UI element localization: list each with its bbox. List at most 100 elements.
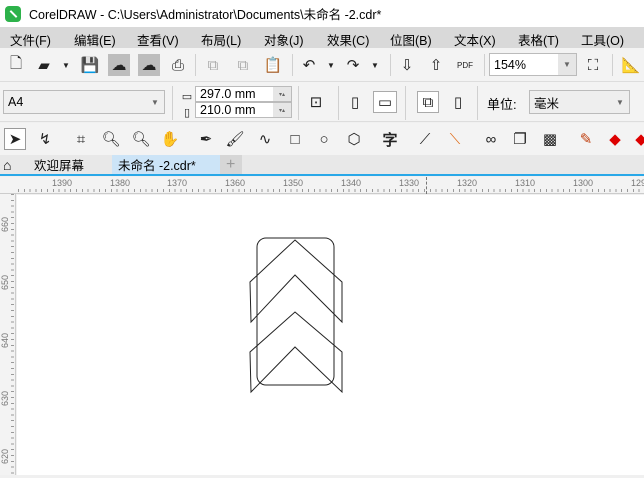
chevron-shape-bottom[interactable]	[249, 311, 343, 394]
ruler-label: 630	[0, 390, 10, 406]
add-tab-icon[interactable]: +	[220, 155, 242, 174]
menu-effects[interactable]: 效果(C)	[327, 30, 369, 49]
polygon-tool-icon[interactable]: ⬡	[343, 128, 365, 150]
brush-tool-icon[interactable]: 🖌	[224, 128, 246, 150]
ruler-label: 129	[631, 178, 644, 188]
menu-text[interactable]: 文本(X)	[454, 30, 496, 49]
pen-tool-icon[interactable]: ✒	[195, 128, 217, 150]
current-page-icon[interactable]: ▯	[447, 91, 469, 113]
spiral-tool-icon[interactable]: ∿	[254, 128, 276, 150]
cut-icon[interactable]: ⧉	[202, 54, 224, 76]
copy-icon[interactable]: ⧉	[232, 54, 254, 76]
import-icon[interactable]: ⇩	[396, 54, 418, 76]
ruler-label: 1360	[225, 178, 246, 188]
rectangle-tool-icon[interactable]: □	[284, 128, 306, 150]
ruler-label: 650	[0, 274, 10, 290]
standard-toolbar: 🗋 ▰ ▼ 💾 ☁ ☁ ⎙ ⧉ ⧉ 📋 ↶ ▼ ↷ ▼ ⇩ ⇧ PDF 154%…	[0, 48, 644, 82]
open-folder-icon[interactable]: ▰	[33, 54, 55, 76]
eyedropper-icon[interactable]: ✎	[575, 128, 597, 150]
ruler-label: 1390	[52, 178, 73, 188]
print-icon[interactable]: ⎙	[167, 54, 189, 76]
page-width-input[interactable]: 297.0 mm ▾▴	[195, 86, 292, 102]
home-icon[interactable]: ⌂	[0, 155, 22, 174]
rulers-options-icon[interactable]: 📐	[620, 54, 642, 76]
chevron-down-icon[interactable]: ▼	[611, 91, 629, 113]
drop-shadow-icon[interactable]: ❐	[509, 128, 531, 150]
all-pages-icon[interactable]: ⧉	[417, 91, 439, 113]
menu-bitmaps[interactable]: 位图(B)	[390, 30, 432, 49]
page-width-value: 297.0 mm	[200, 87, 256, 101]
paste-icon[interactable]: 📋	[262, 54, 284, 76]
chevron-shape-top[interactable]	[249, 239, 343, 324]
portrait-icon[interactable]: ▯	[344, 91, 366, 113]
tab-document[interactable]: 未命名 -2.cdr*	[112, 155, 220, 174]
new-document-icon[interactable]: 🗋	[5, 54, 27, 76]
cloud-download-icon[interactable]: ☁	[108, 54, 130, 76]
ruler-label: 1380	[110, 178, 131, 188]
rounded-rectangle-shape[interactable]	[256, 237, 335, 386]
horizontal-ruler[interactable]: 1390 1380 1370 1360 1350 1340 1330 1320 …	[0, 177, 644, 194]
landscape-icon[interactable]: ▭	[373, 91, 397, 113]
pan-tool-icon[interactable]: ✋	[159, 128, 181, 150]
save-icon[interactable]: 💾	[79, 54, 101, 76]
zoom-level-value: 154%	[494, 57, 526, 72]
scale-icon[interactable]: ⊡	[305, 91, 327, 113]
ruler-label: 1330	[399, 178, 420, 188]
transparency-icon[interactable]: ▩	[539, 128, 561, 150]
title-bar: CorelDRAW - C:\Users\Administrator\Docum…	[0, 0, 644, 27]
connector-tool-icon[interactable]: ⟍	[444, 128, 466, 150]
text-tool-icon[interactable]: 字	[379, 128, 401, 150]
chevron-down-icon[interactable]: ▼	[558, 54, 576, 75]
units-select[interactable]: 毫米 ▼	[529, 90, 630, 114]
zoom-tool-icon[interactable]: 🔍︎	[100, 128, 122, 150]
menu-edit[interactable]: 编辑(E)	[74, 30, 116, 49]
property-bar: A4 ▼ ▭ 297.0 mm ▾▴ ▯ 210.0 mm ▾▴ ⊡ ▯ ▭ ⧉…	[0, 82, 644, 122]
ruler-label: 620	[0, 448, 10, 464]
menu-view[interactable]: 查看(V)	[137, 30, 179, 49]
document-tabs: ⌂ 欢迎屏幕 未命名 -2.cdr* +	[0, 155, 644, 176]
redo-dropdown-icon[interactable]: ▼	[364, 54, 386, 76]
shape-tool-icon[interactable]: ↯	[34, 128, 56, 150]
drawing-canvas[interactable]	[17, 195, 644, 475]
pick-tool-icon[interactable]: ➤	[4, 128, 26, 150]
blend-tool-icon[interactable]: ∞	[480, 128, 502, 150]
menu-table[interactable]: 表格(T)	[518, 30, 559, 49]
fill-tool-icon[interactable]: ◆	[604, 128, 626, 150]
cloud-upload-icon[interactable]: ☁	[138, 54, 160, 76]
chevron-down-icon[interactable]: ▼	[146, 91, 164, 113]
menu-object[interactable]: 对象(J)	[264, 30, 304, 49]
ruler-label: 1310	[515, 178, 536, 188]
ruler-label: 1350	[283, 178, 304, 188]
menu-layout[interactable]: 布局(L)	[201, 30, 241, 49]
window-title: CorelDRAW - C:\Users\Administrator\Docum…	[29, 8, 382, 22]
menu-file[interactable]: 文件(F)	[10, 30, 51, 49]
zoom-level-combo[interactable]: 154% ▼	[489, 53, 577, 76]
page-size-select[interactable]: A4 ▼	[3, 90, 165, 114]
ruler-label: 1300	[573, 178, 594, 188]
crop-tool-icon[interactable]: ⌗	[70, 128, 92, 150]
export-icon[interactable]: ⇧	[425, 54, 447, 76]
zoom-out-icon[interactable]: 🔍︎	[130, 128, 152, 150]
width-spinner[interactable]: ▾▴	[273, 87, 291, 101]
full-screen-icon[interactable]: ⛶	[582, 54, 604, 76]
units-label: 单位:	[487, 97, 517, 112]
menu-tools[interactable]: 工具(O)	[581, 30, 624, 49]
ruler-label: 1370	[167, 178, 188, 188]
page-height-input[interactable]: 210.0 mm ▾▴	[195, 102, 292, 118]
outline-tool-icon[interactable]: ◆	[630, 128, 644, 150]
units-value: 毫米	[534, 96, 560, 111]
vertical-ruler[interactable]: 660 650 640 630 620	[0, 194, 16, 475]
open-dropdown-icon[interactable]: ▼	[55, 54, 77, 76]
export-pdf-button[interactable]: PDF	[454, 54, 476, 76]
ruler-label: 640	[0, 332, 10, 348]
height-spinner[interactable]: ▾▴	[273, 103, 291, 117]
coreldraw-logo-icon	[5, 5, 21, 22]
drawing	[249, 237, 343, 394]
undo-icon[interactable]: ↶	[298, 54, 320, 76]
tab-label: 未命名 -2.cdr*	[118, 159, 196, 173]
redo-icon[interactable]: ↷	[342, 54, 364, 76]
tab-welcome[interactable]: 欢迎屏幕	[26, 155, 114, 174]
line-tool-icon[interactable]: ⟋	[414, 128, 436, 150]
ellipse-tool-icon[interactable]: ○	[313, 128, 335, 150]
undo-dropdown-icon[interactable]: ▼	[320, 54, 342, 76]
